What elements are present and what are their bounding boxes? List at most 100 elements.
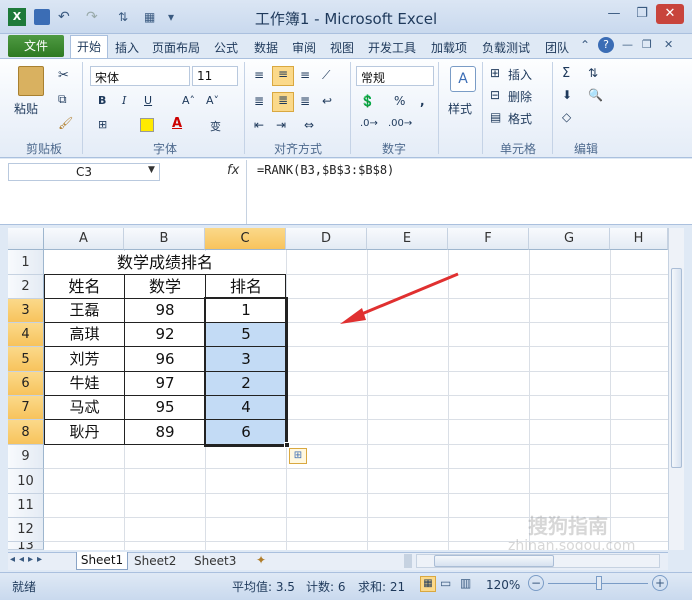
- row-header-6[interactable]: 6: [8, 372, 44, 396]
- header-rank-cell[interactable]: 排名: [206, 275, 286, 298]
- increase-decimal-icon[interactable]: .0→: [360, 118, 378, 129]
- shrink-font-button[interactable]: A˅: [206, 94, 219, 107]
- zoom-level[interactable]: 120%: [486, 578, 520, 592]
- row-header-7[interactable]: 7: [8, 396, 44, 420]
- tab-data[interactable]: 数据: [248, 38, 284, 58]
- tab-split-handle[interactable]: [404, 554, 412, 568]
- sheet-nav-icon[interactable]: ◂◂▸▸: [10, 554, 46, 565]
- name-box[interactable]: C3: [8, 163, 160, 181]
- row-header-4[interactable]: 4: [8, 323, 44, 347]
- restore-icon[interactable]: ❐: [628, 4, 656, 24]
- align-top-icon[interactable]: ≡: [254, 68, 264, 82]
- row-header-13[interactable]: 13: [8, 542, 44, 550]
- tab-insert[interactable]: 插入: [110, 38, 144, 58]
- align-center-icon[interactable]: ≣: [272, 92, 294, 112]
- format-painter-icon[interactable]: 🖌: [58, 116, 73, 130]
- column-header-a[interactable]: A: [44, 228, 124, 250]
- fill-icon[interactable]: ⬇: [562, 88, 572, 102]
- insert-cells-icon[interactable]: ⊞: [490, 66, 500, 80]
- bold-button[interactable]: B: [98, 94, 106, 107]
- table-cell[interactable]: 牛娃: [45, 372, 124, 395]
- normal-view-icon[interactable]: ▦: [420, 576, 436, 592]
- row-header-8[interactable]: 8: [8, 420, 44, 445]
- row-header-9[interactable]: 9: [8, 445, 44, 469]
- autosum-icon[interactable]: Σ: [562, 66, 570, 81]
- minimize-icon[interactable]: —: [600, 4, 628, 24]
- font-name-select[interactable]: 宋体: [90, 66, 190, 86]
- name-box-dropdown-icon[interactable]: ▼: [148, 165, 155, 175]
- tab-developer[interactable]: 开发工具: [362, 38, 422, 58]
- number-format-select[interactable]: 常规: [356, 66, 434, 86]
- tab-page-layout[interactable]: 页面布局: [146, 38, 206, 58]
- table-cell[interactable]: 89: [125, 420, 205, 444]
- column-header-b[interactable]: B: [124, 228, 205, 250]
- file-tab[interactable]: 文件: [8, 35, 64, 57]
- autofill-options-icon[interactable]: ⊞: [289, 448, 307, 464]
- decrease-indent-icon[interactable]: ⇤: [254, 118, 264, 132]
- table-cell[interactable]: 马忒: [45, 396, 124, 419]
- orientation-icon[interactable]: ⟋: [322, 68, 330, 83]
- column-header-d[interactable]: D: [286, 228, 367, 250]
- fill-color-icon[interactable]: [140, 118, 154, 132]
- tab-formulas[interactable]: 公式: [208, 38, 244, 58]
- zoom-in-icon[interactable]: +: [652, 575, 668, 591]
- row-header-2[interactable]: 2: [8, 275, 44, 299]
- row-header-10[interactable]: 10: [8, 469, 44, 494]
- decrease-decimal-icon[interactable]: .00→: [388, 118, 412, 129]
- merge-center-icon[interactable]: ⇔: [304, 118, 314, 132]
- font-color-icon[interactable]: A: [172, 116, 182, 131]
- wrap-text-icon[interactable]: ↩: [322, 94, 332, 108]
- page-layout-view-icon[interactable]: ▭: [440, 576, 451, 590]
- table-cell[interactable]: 刘芳: [45, 347, 124, 371]
- spreadsheet-grid[interactable]: A B C D E F G H 1 2 3 4 5 6 7 8 9 10 11 …: [8, 228, 668, 550]
- align-left-icon[interactable]: ≣: [254, 94, 264, 108]
- vertical-scroll-thumb[interactable]: [671, 268, 682, 468]
- horizontal-scroll-thumb[interactable]: [434, 555, 554, 567]
- table-title-cell[interactable]: 数学成绩排名: [45, 251, 285, 274]
- tab-load-test[interactable]: 负载测试: [476, 38, 536, 58]
- paste-icon[interactable]: [18, 66, 44, 96]
- increase-indent-icon[interactable]: ⇥: [276, 118, 286, 132]
- phonetic-button[interactable]: 变: [210, 118, 221, 134]
- row-header-5[interactable]: 5: [8, 347, 44, 372]
- clear-icon[interactable]: ◇: [562, 110, 571, 124]
- select-all-corner[interactable]: [8, 228, 44, 250]
- table-cell[interactable]: 96: [125, 347, 205, 371]
- table-cell[interactable]: 95: [125, 396, 205, 419]
- styles-icon[interactable]: A: [450, 66, 476, 92]
- close-icon[interactable]: ✕: [656, 4, 684, 24]
- table-cell[interactable]: 98: [125, 299, 205, 322]
- column-header-f[interactable]: F: [448, 228, 529, 250]
- delete-cells-icon[interactable]: ⊟: [490, 88, 500, 102]
- column-header-e[interactable]: E: [367, 228, 448, 250]
- row-header-11[interactable]: 11: [8, 494, 44, 518]
- tab-addins[interactable]: 加载项: [426, 38, 472, 58]
- insert-function-icon[interactable]: fx: [227, 163, 239, 178]
- table-cell[interactable]: 耿丹: [45, 420, 124, 444]
- table-cell[interactable]: 王磊: [45, 299, 124, 322]
- comma-button[interactable]: ,: [420, 94, 425, 108]
- align-middle-icon[interactable]: ≡: [272, 66, 294, 86]
- align-right-icon[interactable]: ≣: [300, 94, 310, 108]
- cut-icon[interactable]: ✂: [58, 68, 69, 83]
- font-size-select[interactable]: 11: [192, 66, 238, 86]
- tab-team[interactable]: 团队: [540, 38, 574, 58]
- find-select-icon[interactable]: 🔍: [588, 88, 603, 102]
- zoom-out-icon[interactable]: −: [528, 575, 544, 591]
- doc-close-icon[interactable]: ✕: [664, 38, 673, 51]
- border-icon[interactable]: ⊞: [98, 118, 107, 131]
- delete-cells-button[interactable]: 删除: [508, 88, 532, 105]
- format-cells-icon[interactable]: ▤: [490, 110, 501, 124]
- insert-sheet-icon[interactable]: ✦: [256, 553, 266, 567]
- insert-cells-button[interactable]: 插入: [508, 66, 532, 83]
- doc-restore-icon[interactable]: ❐: [642, 38, 652, 51]
- help-icon[interactable]: ?: [598, 37, 614, 53]
- styles-button-label[interactable]: 样式: [448, 100, 472, 117]
- underline-button[interactable]: U: [144, 94, 152, 107]
- column-header-g[interactable]: G: [529, 228, 610, 250]
- italic-button[interactable]: I: [122, 94, 126, 107]
- tab-home[interactable]: 开始: [70, 35, 108, 59]
- paste-button-label[interactable]: 粘贴: [14, 100, 38, 117]
- sheet-tab-2[interactable]: Sheet2: [134, 554, 176, 568]
- sheet-tab-3[interactable]: Sheet3: [194, 554, 236, 568]
